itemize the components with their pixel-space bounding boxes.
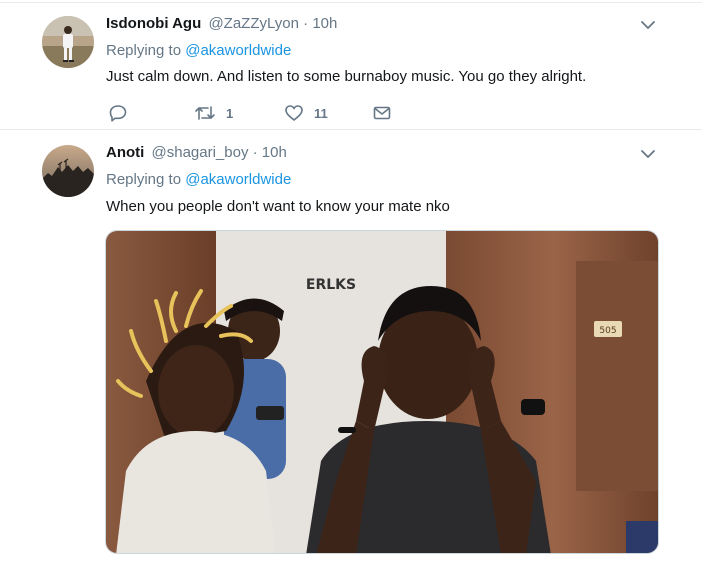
author-name[interactable]: Isdonobi Agu	[106, 15, 201, 32]
reply-button[interactable]	[108, 102, 128, 124]
like-button[interactable]: 11	[284, 102, 328, 124]
heart-icon	[284, 103, 304, 123]
chevron-down-icon[interactable]	[640, 17, 656, 33]
tweet-media-image[interactable]: 505 ERLKS	[105, 230, 659, 554]
door-sign: 505	[599, 326, 616, 336]
tweet-text: When you people don't want to know your …	[106, 198, 450, 215]
retweet-count: 1	[226, 105, 234, 121]
tweet-text: Just calm down. And listen to some burna…	[106, 68, 587, 85]
timestamp[interactable]: 10h	[312, 15, 337, 32]
replying-to-link[interactable]: @akaworldwide	[185, 42, 291, 59]
replying-to: Replying to @akaworldwide	[106, 41, 291, 61]
tweet-item[interactable]: Anoti @shagari_boy · 10h Replying to @ak…	[0, 131, 702, 576]
author-handle[interactable]: @ZaZZyLyon	[208, 15, 299, 32]
direct-message-button[interactable]	[372, 102, 392, 124]
avatar[interactable]	[42, 16, 94, 68]
like-count: 11	[314, 105, 328, 121]
chevron-down-icon[interactable]	[640, 146, 656, 162]
wall-logo: ERLKS	[306, 277, 356, 293]
replying-prefix: Replying to	[106, 171, 182, 188]
tweet-header: Isdonobi Agu @ZaZZyLyon · 10h	[106, 14, 337, 34]
author-name[interactable]: Anoti	[106, 144, 144, 161]
avatar[interactable]	[42, 145, 94, 197]
replying-to-link[interactable]: @akaworldwide	[185, 171, 291, 188]
retweet-button[interactable]: 1	[194, 102, 233, 124]
reply-icon	[108, 103, 128, 123]
replying-to: Replying to @akaworldwide	[106, 170, 291, 190]
author-handle[interactable]: @shagari_boy	[152, 144, 249, 161]
timestamp[interactable]: 10h	[262, 144, 287, 161]
tweet-item[interactable]: Isdonobi Agu @ZaZZyLyon · 10h Replying t…	[0, 3, 702, 130]
retweet-icon	[194, 103, 216, 123]
separator-dot: ·	[303, 15, 309, 32]
replying-prefix: Replying to	[106, 42, 182, 59]
tweet-header: Anoti @shagari_boy · 10h	[106, 143, 287, 163]
separator-dot: ·	[252, 144, 258, 161]
tweet-actions: 1 11	[106, 102, 406, 124]
envelope-icon	[372, 103, 392, 123]
